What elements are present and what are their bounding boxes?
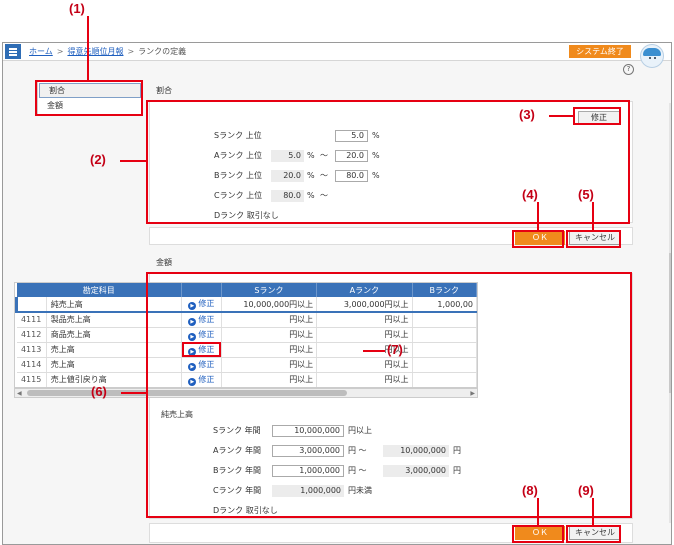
- callout-box-2: [146, 100, 630, 224]
- callout-line-2: [120, 160, 146, 162]
- callout-label-1: (1): [69, 1, 85, 16]
- breadcrumb-current: ランクの定義: [138, 47, 187, 56]
- breadcrumb: ホーム > 得意先順位月報 > ランクの定義: [29, 47, 187, 56]
- callout-box-4: [512, 230, 564, 248]
- callout-label-4: (4): [522, 187, 538, 202]
- ratio-section-title: 割合: [156, 86, 172, 95]
- scroll-left-arrow-icon[interactable]: ◀: [17, 390, 22, 397]
- callout-box-5: [566, 230, 621, 248]
- callout-label-3: (3): [519, 107, 535, 122]
- breadcrumb-monthly-report[interactable]: 得意先順位月報: [67, 47, 123, 56]
- callout-label-6: (6): [91, 384, 107, 399]
- amount-section-title: 金額: [156, 258, 172, 267]
- help-icon[interactable]: ?: [623, 64, 634, 75]
- callout-box-1: [35, 80, 143, 116]
- mascot-logo-icon: [640, 44, 664, 68]
- page-scrollbar-thumb[interactable]: [669, 253, 671, 393]
- callout-box-6: [146, 272, 632, 518]
- callout-label-2: (2): [90, 152, 106, 167]
- callout-label-9: (9): [578, 483, 594, 498]
- callout-label-7: (7): [387, 342, 403, 357]
- page-vertical-scrollbar[interactable]: [669, 103, 671, 523]
- callout-label-5: (5): [578, 187, 594, 202]
- callout-line-7: [363, 350, 385, 352]
- callout-box-8: [512, 525, 564, 543]
- system-exit-button[interactable]: システム終了: [569, 45, 631, 58]
- callout-line-6: [121, 392, 146, 394]
- hamburger-menu-icon[interactable]: [5, 44, 21, 59]
- callout-box-9: [566, 525, 621, 543]
- callout-line-3: [549, 115, 573, 117]
- breadcrumb-home[interactable]: ホーム: [29, 47, 53, 56]
- callout-label-8: (8): [522, 483, 538, 498]
- callout-line-1: [87, 16, 89, 80]
- callout-line-8: [537, 498, 539, 525]
- header-bar: ホーム > 得意先順位月報 > ランクの定義 システム終了: [3, 43, 671, 61]
- callout-line-4: [537, 202, 539, 230]
- callout-box-3: [573, 107, 621, 125]
- callout-line-9: [592, 498, 594, 525]
- callout-line-5: [592, 202, 594, 230]
